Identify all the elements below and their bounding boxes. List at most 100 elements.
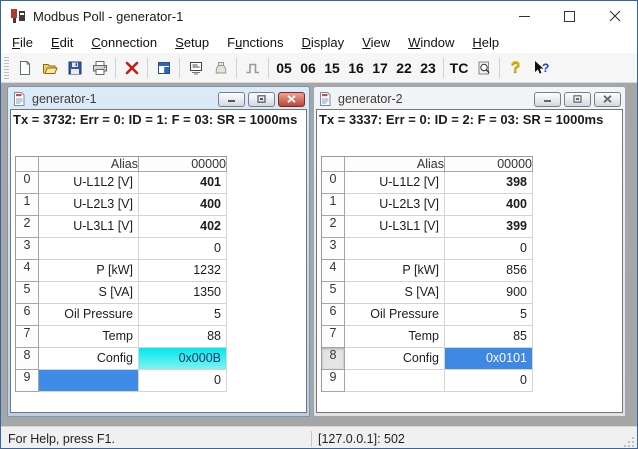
menu-setup[interactable]: Setup (166, 33, 218, 52)
grid-cell-alias[interactable] (345, 238, 445, 260)
grid-cell-alias[interactable]: S [VA] (39, 282, 139, 304)
open-file-button[interactable] (37, 56, 62, 80)
generator-2-title-bar[interactable]: generator-2 (316, 89, 623, 109)
grid-cell-value[interactable]: 400 (139, 194, 227, 216)
grid-cell-value[interactable]: 5 (139, 304, 227, 326)
grid-cell-value[interactable]: 400 (445, 194, 533, 216)
generator-1-close-button[interactable] (278, 92, 305, 107)
grid-cell-selected[interactable] (39, 370, 139, 392)
grid-cell-alias[interactable]: U-L1L2 [V] (39, 172, 139, 194)
row-header[interactable]: 1 (16, 194, 39, 216)
row-header[interactable]: 9 (322, 370, 345, 392)
grid-cell-alias[interactable]: U-L3L1 [V] (39, 216, 139, 238)
close-button[interactable] (592, 1, 637, 31)
minimize-button[interactable] (502, 1, 547, 31)
menu-view[interactable]: View (353, 33, 399, 52)
row-header[interactable]: 5 (16, 282, 39, 304)
grid-cell-value[interactable]: 900 (445, 282, 533, 304)
grid-cell-value[interactable]: 0 (139, 370, 227, 392)
grid-cell-value[interactable]: 0 (445, 238, 533, 260)
function-23-button[interactable]: 23 (416, 56, 440, 80)
grid-cell-value[interactable]: 0 (445, 370, 533, 392)
menu-help[interactable]: Help (463, 33, 508, 52)
row-header[interactable]: 5 (322, 282, 345, 304)
row-header[interactable]: 3 (16, 238, 39, 260)
row-header[interactable]: 6 (322, 304, 345, 326)
function-05-button[interactable]: 05 (272, 56, 296, 80)
maximize-button[interactable] (547, 1, 592, 31)
grid-cell-alias[interactable]: Oil Pressure (345, 304, 445, 326)
grid-cell-alias[interactable]: U-L1L2 [V] (345, 172, 445, 194)
read-write-definition-button[interactable] (151, 56, 176, 80)
grid-cell-alias[interactable] (39, 238, 139, 260)
grid-cell-value[interactable]: 399 (445, 216, 533, 238)
grid-cell-alias[interactable]: Config (39, 348, 139, 370)
row-header[interactable]: 8 (16, 348, 39, 370)
generator-1-minimize-button[interactable] (218, 92, 245, 107)
grid-cell-value[interactable]: 88 (139, 326, 227, 348)
grid-cell-value[interactable]: 0 (139, 238, 227, 260)
test-center-button[interactable]: TC (447, 56, 471, 80)
generator-2-minimize-button[interactable] (534, 92, 561, 107)
row-header-current[interactable]: 8 (322, 348, 345, 370)
grid-cell-value[interactable]: 1232 (139, 260, 227, 282)
row-header[interactable]: 4 (322, 260, 345, 282)
new-file-button[interactable] (12, 56, 37, 80)
row-header[interactable]: 2 (322, 216, 345, 238)
column-header-alias[interactable]: Alias (39, 157, 139, 172)
grid-cell-alias[interactable]: Temp (345, 326, 445, 348)
function-17-button[interactable]: 17 (368, 56, 392, 80)
row-header[interactable]: 7 (322, 326, 345, 348)
menu-connection[interactable]: Connection (82, 33, 166, 52)
log-button[interactable] (208, 56, 233, 80)
generator-2-close-button[interactable] (594, 92, 621, 107)
function-15-button[interactable]: 15 (320, 56, 344, 80)
grid-cell-value[interactable]: 856 (445, 260, 533, 282)
grid-cell-value[interactable]: 402 (139, 216, 227, 238)
row-header[interactable]: 9 (16, 370, 39, 392)
column-header-alias[interactable]: Alias (345, 157, 445, 172)
grid-cell-alias[interactable]: P [kW] (345, 260, 445, 282)
grid-cell-alias[interactable]: U-L2L3 [V] (39, 194, 139, 216)
column-header-00000[interactable]: 00000 (445, 157, 533, 172)
column-header-00000[interactable]: 00000 (139, 157, 227, 172)
menu-functions[interactable]: Functions (218, 33, 292, 52)
menu-display[interactable]: Display (293, 33, 354, 52)
function-06-button[interactable]: 06 (296, 56, 320, 80)
grid-cell-value[interactable]: 401 (139, 172, 227, 194)
row-header[interactable]: 0 (16, 172, 39, 194)
generator-1-restore-button[interactable] (248, 92, 275, 107)
grid-cell-alias[interactable]: U-L2L3 [V] (345, 194, 445, 216)
grid-cell-alias[interactable]: Config (345, 348, 445, 370)
row-header[interactable]: 0 (322, 172, 345, 194)
generator-2-restore-button[interactable] (564, 92, 591, 107)
grid-cell-alias[interactable]: Oil Pressure (39, 304, 139, 326)
title-bar[interactable]: Modbus Poll - generator-1 (1, 1, 637, 31)
row-header[interactable]: 1 (322, 194, 345, 216)
disconnect-button[interactable] (119, 56, 144, 80)
save-button[interactable] (62, 56, 87, 80)
grid-cell-value[interactable]: 398 (445, 172, 533, 194)
menu-window[interactable]: Window (399, 33, 463, 52)
column-header[interactable] (16, 157, 39, 172)
communication-traffic-button[interactable] (183, 56, 208, 80)
grid-cell-value[interactable]: 5 (445, 304, 533, 326)
function-22-button[interactable]: 22 (392, 56, 416, 80)
toolbar-grip[interactable] (4, 57, 9, 79)
row-header[interactable]: 7 (16, 326, 39, 348)
grid-cell-alias[interactable]: S [VA] (345, 282, 445, 304)
resize-grip[interactable] (623, 436, 635, 448)
grid-cell-value[interactable]: 85 (445, 326, 533, 348)
single-poll-button[interactable] (240, 56, 265, 80)
menu-edit[interactable]: Edit (42, 33, 82, 52)
row-header[interactable]: 2 (16, 216, 39, 238)
function-16-button[interactable]: 16 (344, 56, 368, 80)
grid-cell-alias[interactable] (345, 370, 445, 392)
menu-file[interactable]: File (3, 33, 42, 52)
grid-cell-alias[interactable]: P [kW] (39, 260, 139, 282)
generator-1-title-bar[interactable]: generator-1 (10, 89, 307, 109)
print-button[interactable] (87, 56, 112, 80)
row-header[interactable]: 4 (16, 260, 39, 282)
zoom-document-button[interactable] (471, 56, 496, 80)
grid-cell-config-selected[interactable]: 0x0101 (445, 348, 533, 370)
